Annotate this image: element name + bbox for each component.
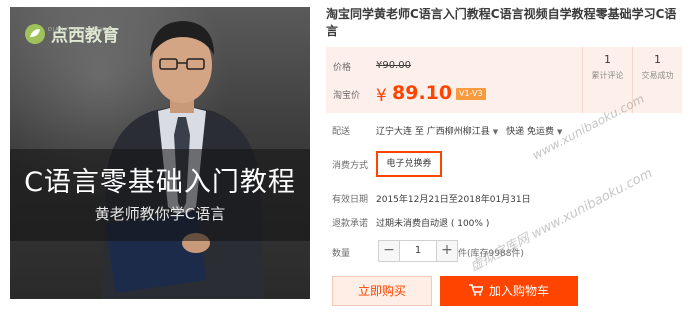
- cart-icon: [468, 284, 483, 296]
- course-title-overlay: C语言零基础入门教程: [24, 167, 296, 198]
- delivery-to-word: 至: [414, 127, 424, 137]
- logo-text: 点西教育: [51, 26, 119, 46]
- buy-now-button[interactable]: 立即购买: [332, 276, 432, 306]
- decrease-button[interactable]: −: [378, 240, 400, 262]
- add-to-cart-label: 加入购物车: [488, 284, 549, 298]
- brand-logo: 点西教育: [24, 21, 119, 46]
- product-image[interactable]: C语言零基础入门教程 黄老师教你学C语言 点西教育 DIANXI EDUCATI…: [10, 7, 310, 299]
- currency-symbol: ¥: [376, 86, 387, 106]
- delivery-label: 配送: [332, 127, 351, 137]
- increase-button[interactable]: +: [436, 240, 458, 262]
- consume-label: 消费方式: [332, 161, 369, 171]
- transaction-label: 交易成功: [641, 71, 674, 80]
- refund-label: 退款承诺: [332, 219, 369, 229]
- delivery-fee[interactable]: 免运费: [527, 127, 554, 137]
- review-label: 累计评论: [591, 71, 624, 80]
- refund-value: 过期未消费自动退 ( 100% ): [376, 219, 490, 229]
- leaf-logo-icon: [25, 23, 45, 44]
- orig-price-label: 价格: [333, 63, 352, 73]
- taobao-price-label: 淘宝价: [333, 91, 361, 101]
- logo-subtext: DIANXI EDUCATION: [48, 27, 113, 33]
- watermark-name: 虚拟宝库网 www.xunibaoku.com: [467, 165, 655, 275]
- chevron-down-icon[interactable]: ▼: [493, 128, 498, 136]
- e-voucher-option[interactable]: 电子兑换券: [376, 151, 442, 177]
- orig-price: ¥90.00: [376, 60, 411, 71]
- quantity-stepper: − 1 +: [378, 240, 458, 262]
- taobao-price: 89.10: [392, 82, 453, 104]
- quantity-input[interactable]: 1: [400, 240, 436, 262]
- quantity-label: 数量: [332, 249, 351, 259]
- add-to-cart-button[interactable]: 加入购物车: [440, 276, 578, 306]
- delivery-destination[interactable]: 广西柳州柳江县: [427, 127, 490, 137]
- review-count: 1: [604, 53, 611, 66]
- validity-label: 有效日期: [332, 195, 369, 205]
- product-page: C语言零基础入门教程 黄老师教你学C语言 点西教育 DIANXI EDUCATI…: [0, 0, 690, 316]
- delivery-method: 快递: [506, 127, 525, 137]
- product-title: 淘宝同学黄老师C语言入门教程C语言视频自学教程零基础学习C语言: [326, 7, 677, 38]
- validity-value: 2015年12月21日至2018年01月31日: [376, 195, 531, 205]
- course-subtitle-overlay: 黄老师教你学C语言: [94, 205, 226, 223]
- transaction-count: 1: [654, 53, 661, 66]
- delivery-from: 辽宁大连: [376, 127, 413, 137]
- vip-badge[interactable]: V1-V3: [456, 88, 486, 100]
